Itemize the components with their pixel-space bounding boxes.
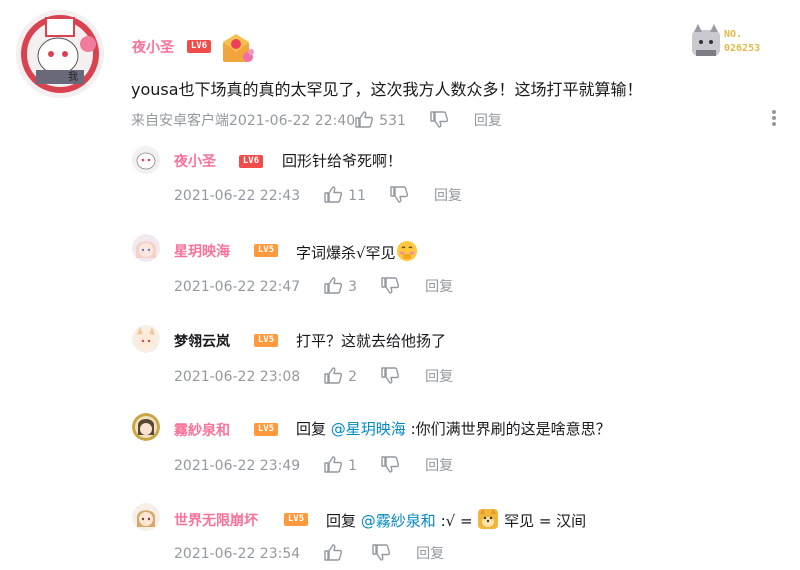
thumbs-down-icon[interactable] (381, 277, 400, 298)
main-comment-text: yousa也下场真的真的太罕见了，这次我方人数众多！这场打平就算输！ (131, 80, 643, 99)
reply-avatar[interactable] (132, 503, 160, 531)
thumbs-down-icon[interactable] (430, 111, 448, 132)
level-badge: LV5 (254, 334, 278, 347)
comment-time: 2021-06-22 22:40 (229, 113, 356, 129)
reply-meta: 2021-06-22 23:49 1 回复 (174, 455, 453, 477)
reply-text: 打平？这就去给他扬了 (296, 332, 447, 350)
reply-time: 2021-06-22 23:08 (174, 369, 301, 385)
thumbs-up-icon[interactable] (355, 111, 374, 132)
reply-time: 2021-06-22 23:49 (174, 458, 301, 474)
main-comment-meta: 来自安卓客户端2021-06-22 22:40 531 回复 (131, 110, 502, 132)
reply-meta: 2021-06-22 22:43 11 回复 (174, 185, 462, 207)
main-avatar[interactable]: 我 (16, 10, 104, 98)
reply-text: 回复 @霧紗泉和 :√ = 罕见 = 汉间 (326, 508, 586, 534)
like-count: 11 (348, 188, 366, 204)
reply-button[interactable]: 回复 (434, 188, 462, 204)
thumbs-down-icon[interactable] (381, 367, 400, 388)
reply-time: 2021-06-22 23:54 (174, 546, 301, 562)
reply-prefix: 回复 (296, 420, 327, 438)
main-username[interactable]: 夜小圣 (132, 37, 174, 57)
reply-username[interactable]: 世界无限崩坏 (174, 510, 258, 530)
thumbs-up-icon[interactable] (324, 456, 343, 477)
reply-username[interactable]: 夜小圣 (174, 151, 216, 171)
reply-avatar[interactable] (132, 325, 160, 353)
reply-username[interactable]: 梦翎云岚 (174, 331, 230, 351)
reply-time: 2021-06-22 22:43 (174, 188, 301, 204)
svg-text:我: 我 (68, 71, 78, 83)
reply-avatar[interactable] (132, 413, 160, 441)
reply-username[interactable]: 霧紗泉和 (174, 420, 230, 440)
like-count: 3 (348, 279, 358, 295)
reply-button[interactable]: 回复 (425, 369, 453, 385)
reply-time: 2021-06-22 22:47 (174, 279, 301, 295)
like-count: 531 (379, 113, 406, 129)
fan-badge-number: NO. 026253 (724, 29, 761, 54)
reply-text: 字词爆杀√罕见 (296, 240, 418, 266)
reply-meta: 2021-06-22 23:54 回复 (174, 543, 444, 565)
thumbs-up-icon[interactable] (324, 544, 343, 565)
reply-button[interactable]: 回复 (416, 546, 444, 562)
like-count: 1 (348, 458, 358, 474)
reply-button[interactable]: 回复 (425, 279, 453, 295)
level-badge: LV6 (239, 155, 263, 168)
fan-badge-icon[interactable] (688, 22, 724, 58)
thumbs-up-icon[interactable] (324, 277, 343, 298)
reply-meta: 2021-06-22 22:47 3 回复 (174, 276, 453, 298)
reply-text: 回形针给爷死啊！ (282, 152, 403, 170)
thumbs-down-icon[interactable] (372, 544, 391, 565)
reply-prefix: 回复 (326, 512, 357, 530)
thumbs-up-icon[interactable] (324, 367, 343, 388)
reply-avatar[interactable] (132, 146, 160, 174)
level-badge: LV5 (284, 513, 308, 526)
more-options-icon[interactable] (768, 108, 780, 128)
thumbs-up-icon[interactable] (324, 186, 343, 207)
level-badge: LV5 (254, 423, 278, 436)
reply-text: 回复 @星玥映海 :你们满世界刷的这是啥意思？ (296, 420, 611, 438)
level-badge: LV6 (187, 40, 211, 53)
reply-username[interactable]: 星玥映海 (174, 241, 230, 261)
like-count: 2 (348, 369, 358, 385)
envelope-gift-icon (220, 32, 254, 68)
reply-button[interactable]: 回复 (425, 458, 453, 474)
mention-link[interactable]: @霧紗泉和 (361, 512, 436, 530)
level-badge: LV5 (254, 244, 278, 257)
doge-emoji-icon (477, 508, 499, 534)
reply-avatar[interactable] (132, 234, 160, 262)
thumbs-down-icon[interactable] (390, 186, 409, 207)
shy-face-emoji-icon (396, 240, 418, 266)
thumbs-down-icon[interactable] (381, 456, 400, 477)
reply-button[interactable]: 回复 (474, 113, 502, 129)
mention-link[interactable]: @星玥映海 (331, 420, 406, 438)
comment-source: 来自安卓客户端 (131, 113, 229, 129)
reply-meta: 2021-06-22 23:08 2 回复 (174, 366, 453, 388)
